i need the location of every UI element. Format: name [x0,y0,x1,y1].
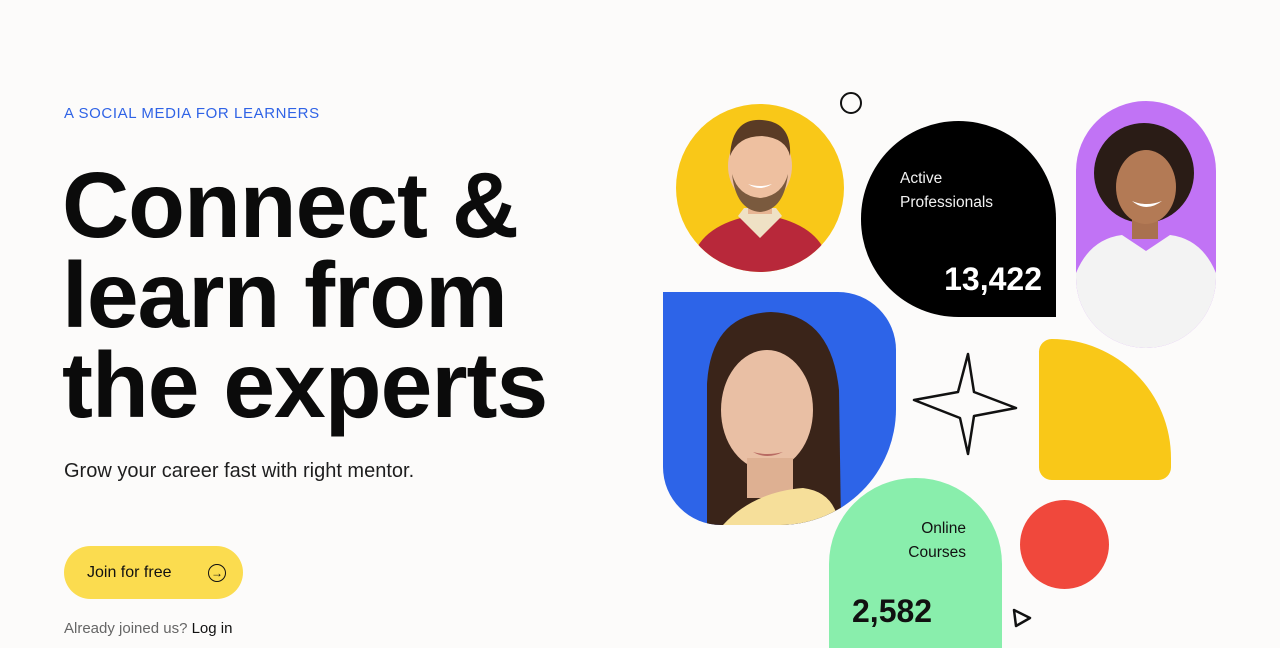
mentor-photo-woman-long-hair [663,292,896,525]
arrow-right-circle-icon: → [208,563,226,582]
cta-label: Join for free [87,563,172,581]
decorative-yellow-shape [1039,339,1171,480]
stat-label-line: Courses [908,544,966,561]
stat-label-line: Active [900,170,943,187]
mentor-photo-man [676,104,844,272]
hero-subtitle: Grow your career fast with right mentor. [64,460,415,482]
triangle-outline-icon [1012,608,1032,628]
sparkle-star-icon [912,352,1018,456]
decorative-red-circle [1020,500,1109,589]
woman-curly-avatar [1076,123,1216,348]
login-prompt: Already joined us? Log in [64,620,232,637]
hero-eyebrow: A SOCIAL MEDIA FOR LEARNERS [64,105,320,122]
woman-long-hair-avatar [707,312,841,525]
stat-value: 2,582 [852,593,933,629]
headline-line: Connect & [62,153,519,257]
stat-value: 13,422 [944,261,1042,297]
stat-label-line: Online [921,520,966,537]
stat-card-online-courses: Online Courses 2,582 [829,478,1002,648]
stat-label: Active Professionals [900,167,993,215]
headline-line: the experts [62,333,548,437]
mentor-photo-woman-curly [1076,101,1216,348]
join-for-free-button[interactable]: Join for free → [64,546,243,599]
login-link[interactable]: Log in [192,620,233,637]
circle-outline-icon [840,92,862,114]
stat-label-line: Professionals [900,194,994,211]
stat-label: Online Courses [908,517,966,565]
hero-headline: Connect & learn from the experts [62,153,662,437]
login-prompt-text: Already joined us? [64,620,188,637]
stat-card-active-professionals: Active Professionals 13,422 [861,121,1056,317]
headline-line: learn from [62,243,508,347]
man-avatar [694,119,826,272]
